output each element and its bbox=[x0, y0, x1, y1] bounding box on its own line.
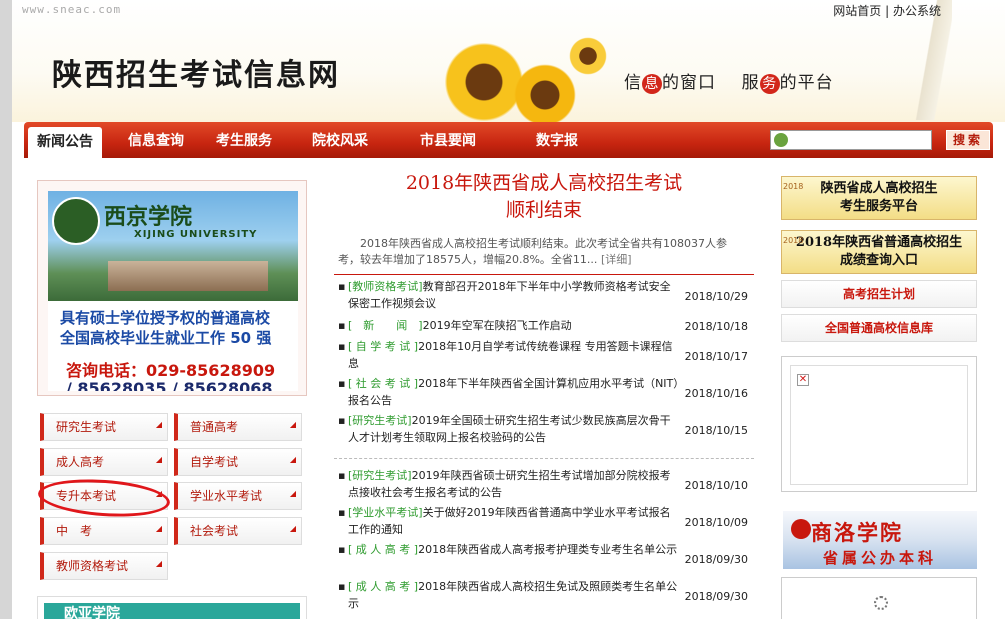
loading-spinner-icon bbox=[874, 596, 888, 610]
headline[interactable]: 2018年陕西省成人高校招生考试 顺利结束 bbox=[334, 170, 754, 224]
sunflower-graphic bbox=[512, 62, 578, 122]
news-item: ▪[ 成 人 高 考 ]2018年陕西省成人高校招生免试及照顾类考生名单公示 20… bbox=[338, 580, 748, 610]
nav-item-county-news[interactable]: 市县要闻 bbox=[420, 130, 476, 150]
adult-exam-service-banner[interactable]: 2018 陕西省成人高校招生 考生服务平台 bbox=[781, 176, 977, 220]
exam-link-gaokao[interactable]: 普通高考 ◢ bbox=[174, 413, 302, 441]
sunflower-graphic bbox=[568, 36, 608, 76]
nav-item-news[interactable]: 新闻公告 bbox=[28, 127, 102, 158]
news-item: ▪[ 新 闻 ]2019年空军在陕招飞工作启动 2018/10/18 bbox=[338, 319, 748, 333]
school-emblem-icon bbox=[52, 197, 100, 245]
arrow-icon: ◢ bbox=[289, 420, 296, 429]
school-emblem-icon bbox=[791, 519, 811, 539]
oya-ad[interactable]: 欧亚学院 bbox=[37, 596, 307, 619]
news-item: ▪ [学业水平考试]关于做好2019年陕西省普通高中学业水平考试报名工作的通知 20… bbox=[338, 506, 748, 536]
ad-line2: 全国高校毕业生就业工作 50 强 bbox=[60, 329, 272, 347]
news-item: ▪ [研究生考试]2019年陕西省硕士研究生招生考试增加部分院校报考点接收社会考生… bbox=[338, 469, 748, 499]
search-icon bbox=[774, 133, 788, 147]
ad-line1: 具有硕士学位授予权的普通高校 bbox=[60, 309, 271, 327]
divider bbox=[334, 274, 754, 275]
exam-link-zhongkao[interactable]: 中 考 ◢ bbox=[40, 517, 168, 545]
page: www.sneac.com 网站首页 | 办公系统 陕西招生考试信息网 信息的窗… bbox=[12, 0, 1005, 619]
arrow-icon: ◢ bbox=[155, 559, 162, 568]
nav-item-college[interactable]: 院校风采 bbox=[312, 130, 368, 150]
top-links: 网站首页 | 办公系统 bbox=[833, 4, 941, 18]
shangluo-ad[interactable]: 商洛学院 省属公办本科 bbox=[783, 511, 977, 569]
news-item: ▪[ 自 学 考 试 ]2018年10月自学考试传统卷课程 专用答题卡课程信息 2… bbox=[338, 340, 748, 370]
search-input[interactable] bbox=[770, 130, 932, 150]
news-item: ▪[ 社 会 考 试 ]2018年下半年陕西省全国计算机应用水平考试（NIT）报… bbox=[338, 377, 748, 407]
exam-link-self-study[interactable]: 自学考试 ◢ bbox=[174, 448, 302, 476]
domain-text: www.sneac.com bbox=[22, 3, 122, 16]
arrow-icon: ◢ bbox=[289, 524, 296, 533]
main-nav: 新闻公告 信息查询 考生服务 院校风采 市县要闻 数字报 搜索 bbox=[24, 122, 993, 158]
arrow-icon: ◢ bbox=[289, 455, 296, 464]
xijing-ad[interactable]: 西京学院 XIJING UNIVERSITY 具有硕士学位授予权的普通高校 全国… bbox=[37, 180, 307, 396]
college-database-link[interactable]: 全国普通高校信息库 bbox=[781, 314, 977, 342]
headline-summary: 2018年陕西省成人高校招生考试顺利结束。此次考试全省共有108037人参考，较… bbox=[338, 237, 727, 266]
site-title: 陕西招生考试信息网 bbox=[52, 58, 340, 93]
loading-panel bbox=[781, 577, 977, 619]
arrow-icon: ◢ bbox=[155, 524, 162, 533]
divider bbox=[334, 458, 754, 459]
nav-item-student-service[interactable]: 考生服务 bbox=[216, 130, 272, 150]
more-link[interactable]: [详细] bbox=[601, 253, 632, 266]
nav-item-digital-paper[interactable]: 数字报 bbox=[536, 130, 578, 150]
exam-link-social[interactable]: 社会考试 ◢ bbox=[174, 517, 302, 545]
exam-link-teacher[interactable]: 教师资格考试 ◢ bbox=[40, 552, 168, 580]
exam-link-proficiency[interactable]: 学业水平考试 ◢ bbox=[174, 482, 302, 510]
news-item: ▪[ 成 人 高 考 ]2018年陕西省成人高考报考护理类专业考生名单公示 201… bbox=[338, 543, 748, 566]
ad-phone: 咨询电话：029-85628909 bbox=[66, 361, 276, 380]
search-button[interactable]: 搜索 bbox=[946, 130, 990, 150]
news-item: ▪ [教师资格考试]教育部召开2018年下半年中小学教师资格考试安全保密工作视频会… bbox=[338, 280, 748, 310]
header: www.sneac.com 网站首页 | 办公系统 陕西招生考试信息网 信息的窗… bbox=[12, 0, 1005, 122]
sunflower-graphic bbox=[442, 40, 526, 122]
office-system-link[interactable]: 办公系统 bbox=[893, 4, 941, 18]
arrow-icon: ◢ bbox=[155, 455, 162, 464]
nav-item-info-query[interactable]: 信息查询 bbox=[128, 130, 184, 150]
arrow-icon: ◢ bbox=[155, 420, 162, 429]
campus-building-graphic bbox=[108, 261, 268, 291]
image-placeholder: ✕ bbox=[781, 356, 977, 492]
exam-link-adult[interactable]: 成人高考 ◢ bbox=[40, 448, 168, 476]
ad-school-english: XIJING UNIVERSITY bbox=[134, 229, 258, 240]
home-link[interactable]: 网站首页 bbox=[833, 4, 881, 18]
score-query-banner[interactable]: 2018 2018年陕西省普通高校招生 成绩查询入口 bbox=[781, 230, 977, 274]
ad-phone-more: / 85628035 / 85628068 bbox=[66, 379, 273, 391]
enrollment-plan-link[interactable]: 高考招生计划 bbox=[781, 280, 977, 308]
ad-school-name: 西京学院 bbox=[104, 204, 193, 230]
arrow-icon: ◢ bbox=[289, 489, 296, 498]
broken-image-icon: ✕ bbox=[797, 374, 809, 386]
exam-link-graduate[interactable]: 研究生考试 ◢ bbox=[40, 413, 168, 441]
news-item: ▪ [研究生考试]2019年全国硕士研究生招生考试少数民族高层次骨干人才计划考生领… bbox=[338, 414, 748, 444]
slogan: 信息的窗口 服务的平台 bbox=[624, 73, 834, 94]
